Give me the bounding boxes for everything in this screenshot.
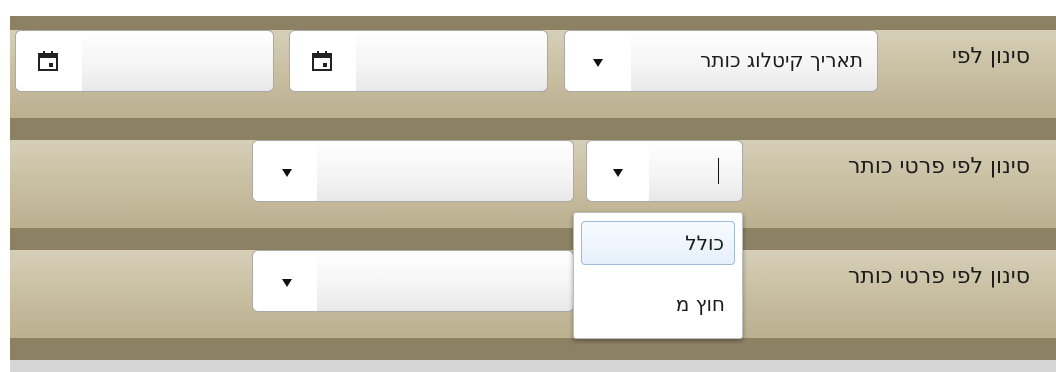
- text-cursor: [718, 158, 719, 184]
- chevron-down-icon: [613, 169, 623, 177]
- dropdown-button[interactable]: [253, 251, 317, 311]
- filter-field-value: תאריך קיטלוג כותר: [700, 48, 863, 72]
- value-select[interactable]: [252, 250, 574, 312]
- dropdown-button[interactable]: [587, 141, 649, 201]
- filter-label: סינון לפי פרטי כותר: [848, 264, 1030, 289]
- calendar-button[interactable]: [16, 31, 82, 91]
- filter-row-3: סינון לפי פרטי כותר: [10, 250, 1056, 338]
- chevron-down-icon: [593, 59, 603, 67]
- operator-dropdown-list: כולל חוץ מ: [573, 212, 743, 339]
- filter-row-1: סינון לפי תאריך קיטלוג כותר: [10, 30, 1056, 118]
- chevron-down-icon: [282, 169, 292, 177]
- filter-label: סינון לפי: [951, 44, 1030, 69]
- dropdown-button[interactable]: [565, 31, 631, 91]
- dropdown-option-includes[interactable]: כולל: [581, 221, 735, 265]
- value-select[interactable]: [252, 140, 574, 202]
- calendar-icon: [38, 51, 58, 71]
- dropdown-option-except[interactable]: חוץ מ: [581, 283, 735, 327]
- calendar-button[interactable]: [290, 31, 356, 91]
- filter-label: סינון לפי פרטי כותר: [848, 154, 1030, 179]
- filter-row-2: סינון לפי פרטי כותר: [10, 140, 1056, 228]
- date-to-picker[interactable]: [289, 30, 548, 92]
- dropdown-button[interactable]: [253, 141, 317, 201]
- date-from-picker[interactable]: [15, 30, 274, 92]
- calendar-icon: [312, 51, 332, 71]
- chevron-down-icon: [282, 279, 292, 287]
- operator-select[interactable]: [586, 140, 743, 202]
- footer-strip: [10, 360, 1056, 372]
- filter-field-select[interactable]: תאריך קיטלוג כותר: [564, 30, 878, 92]
